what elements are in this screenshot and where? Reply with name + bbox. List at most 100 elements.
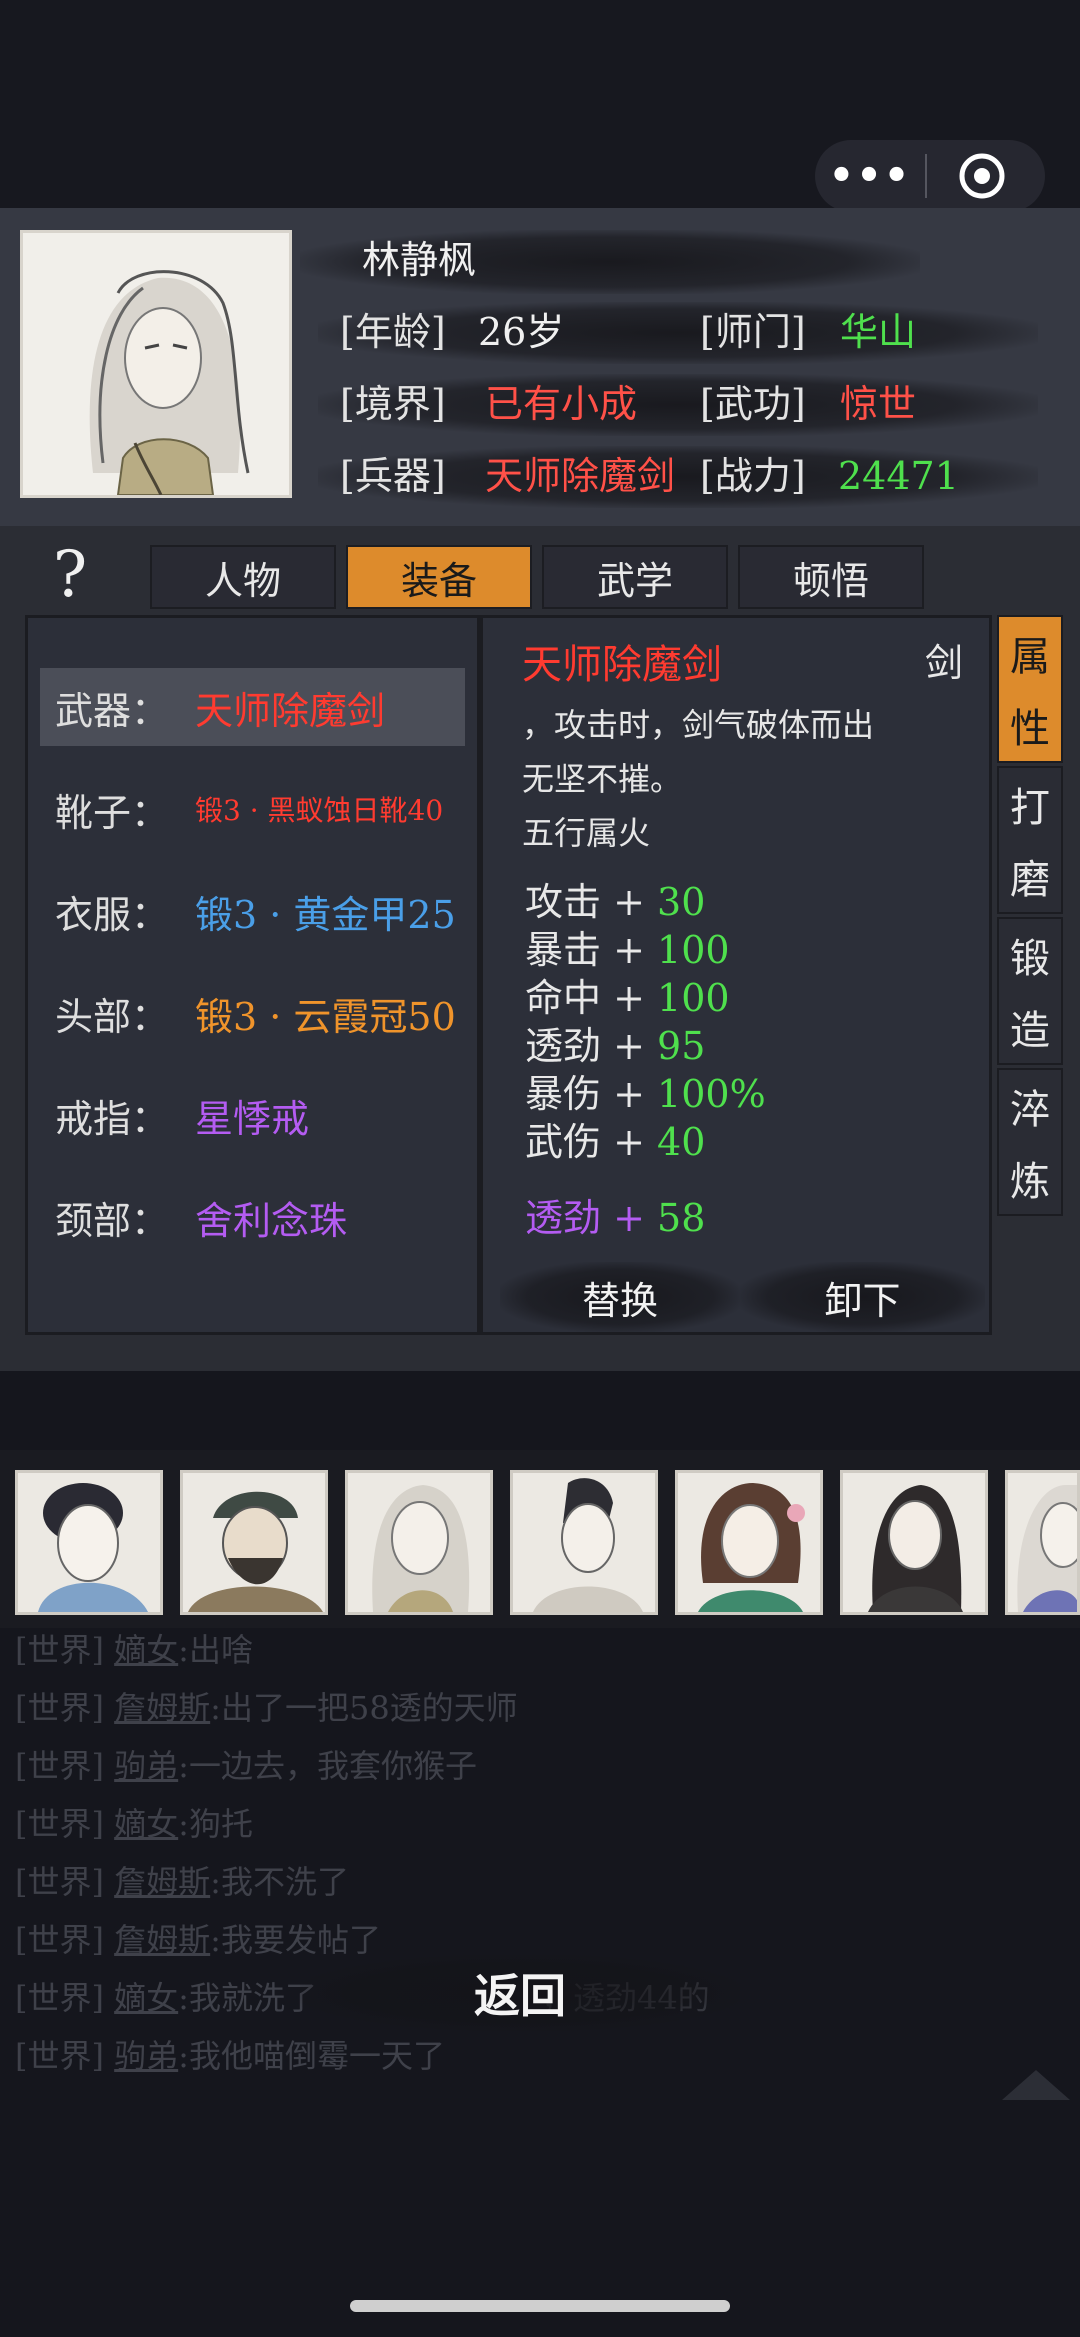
bonus-stat-row: 透劲 + 58	[525, 1194, 705, 1242]
martial-value: 惊世	[840, 382, 917, 426]
more-menu-button[interactable]: •••	[815, 140, 925, 212]
side-tab-char: 磨	[1010, 857, 1050, 903]
roster-avatar[interactable]	[510, 1470, 658, 1615]
slot-item: 锻3 · 云霞冠50	[195, 994, 456, 1039]
stat-row: 攻击 + 30	[525, 878, 705, 926]
stat-row: 透劲 + 95	[525, 1022, 705, 1070]
chat-text: :我不洗了	[210, 1863, 349, 1901]
bonus-plus: +	[613, 1196, 645, 1240]
back-button[interactable]: 返回	[310, 1960, 730, 2026]
stat-row: 命中 + 100	[525, 974, 730, 1022]
slot-label: 武器：	[55, 688, 170, 733]
chat-text: :我要发帖了	[210, 1921, 381, 1959]
equipment-slot-weapon[interactable]: 武器： 天师除魔剑	[40, 668, 465, 746]
bonus-value: 58	[657, 1196, 706, 1240]
stat-plus: +	[613, 1072, 645, 1116]
stat-name: 暴击	[525, 928, 602, 972]
chat-text: :狗托	[178, 1805, 253, 1843]
chat-message: [世界] 嫡女:狗托	[15, 1804, 253, 1844]
roster-avatar[interactable]	[675, 1470, 823, 1615]
stat-value: 100%	[657, 1072, 766, 1116]
roster-avatar[interactable]	[345, 1470, 493, 1615]
stat-name: 命中	[525, 976, 602, 1020]
equipment-slot-neck[interactable]: 颈部： 舍利念珠	[40, 1178, 465, 1256]
bonus-name: 透劲	[525, 1196, 602, 1240]
weapon-label: [兵器]	[340, 454, 446, 498]
age-label: [年龄]	[340, 310, 446, 354]
chat-channel: [世界]	[15, 2037, 104, 2075]
chat-user[interactable]: 嫡女	[114, 1805, 178, 1843]
chat-channel: [世界]	[15, 1689, 104, 1727]
tab-martial-arts[interactable]: 武学	[542, 545, 728, 609]
equipment-slot-boots[interactable]: 靴子： 锻3 · 黑蚁蚀日靴40	[40, 770, 465, 848]
slot-item: 天师除魔剑	[195, 688, 386, 733]
chat-text: :出啥	[178, 1631, 253, 1669]
stat-plus: +	[613, 928, 645, 972]
roster-avatar[interactable]	[180, 1470, 328, 1615]
equipment-slot-head[interactable]: 头部： 锻3 · 云霞冠50	[40, 974, 465, 1052]
chat-message: [世界] 驹弟:我他喵倒霉一天了	[15, 2036, 445, 2076]
tab-equipment[interactable]: 装备	[346, 545, 532, 609]
side-tab-char: 锻	[1010, 936, 1050, 982]
weapon-value: 天师除魔剑	[485, 454, 676, 498]
slot-item: 锻3 · 黄金甲25	[195, 892, 456, 937]
target-icon	[959, 153, 1005, 199]
character-portrait	[20, 230, 292, 498]
side-tab-polish[interactable]: 打 磨	[997, 766, 1063, 914]
roster-avatar[interactable]	[840, 1470, 988, 1615]
chat-message: [世界] 詹姆斯:我要发帖了	[15, 1920, 381, 1960]
roster-avatar[interactable]	[15, 1470, 163, 1615]
chat-message: [世界] 詹姆斯:我不洗了	[15, 1862, 349, 1902]
side-tab-char: 造	[1010, 1008, 1050, 1054]
stat-row: 暴伤 + 100%	[525, 1070, 766, 1118]
chat-user[interactable]: 詹姆斯	[114, 1689, 210, 1727]
chat-user[interactable]: 詹姆斯	[114, 1921, 210, 1959]
item-type: 剑	[925, 641, 964, 685]
chat-message: [世界] 詹姆斯:出了一把58透的天师	[15, 1688, 518, 1728]
sect-value: 华山	[840, 310, 917, 354]
replace-button[interactable]: 替换	[500, 1262, 740, 1332]
chat-channel: [世界]	[15, 1921, 104, 1959]
chat-user[interactable]: 詹姆斯	[114, 1863, 210, 1901]
chat-channel: [世界]	[15, 1863, 104, 1901]
help-button[interactable]: ?	[30, 540, 110, 610]
chat-message: [世界] 嫡女:出啥	[15, 1630, 253, 1670]
chat-user[interactable]: 驹弟	[114, 1747, 178, 1785]
slot-item: 锻3 · 黑蚁蚀日靴40	[195, 794, 444, 827]
stat-name: 暴伤	[525, 1072, 602, 1116]
side-tab-forge[interactable]: 锻 造	[997, 917, 1063, 1065]
equipment-slot-ring[interactable]: 戒指： 星悸戒	[40, 1076, 465, 1154]
scroll-up-icon[interactable]	[1002, 2070, 1070, 2100]
side-tab-char: 打	[1010, 785, 1050, 831]
sect-label: [师门]	[700, 310, 806, 354]
slot-label: 头部：	[55, 994, 170, 1039]
slot-label: 戒指：	[55, 1096, 170, 1141]
unequip-button[interactable]: 卸下	[740, 1262, 985, 1332]
item-desc-line: 无坚不摧。	[522, 760, 683, 798]
character-name: 林静枫	[362, 238, 477, 282]
realm-label: [境界]	[340, 382, 446, 426]
stat-name: 攻击	[525, 880, 602, 924]
tab-character[interactable]: 人物	[150, 545, 336, 609]
stat-value: 40	[657, 1120, 706, 1164]
roster-avatar[interactable]	[1005, 1470, 1080, 1615]
chat-user[interactable]: 嫡女	[114, 1631, 178, 1669]
slot-item: 星悸戒	[195, 1096, 310, 1141]
equipment-slot-armor[interactable]: 衣服： 锻3 · 黄金甲25	[40, 872, 465, 950]
power-value: 24471	[838, 454, 959, 498]
age-value: 26岁	[478, 310, 565, 354]
chat-text: :出了一把58透的天师	[210, 1689, 518, 1727]
stat-value: 100	[657, 928, 730, 972]
chat-channel: [世界]	[15, 1979, 104, 2017]
side-tab-char: 淬	[1010, 1087, 1050, 1133]
close-target-button[interactable]	[927, 151, 1037, 201]
side-tab-temper[interactable]: 淬 炼	[997, 1068, 1063, 1216]
chat-user[interactable]: 嫡女	[114, 1979, 178, 2017]
side-tab-char: 炼	[1010, 1159, 1050, 1205]
stat-value: 30	[657, 880, 706, 924]
side-tab-attributes[interactable]: 属 性	[997, 615, 1063, 763]
tab-enlightenment[interactable]: 顿悟	[738, 545, 924, 609]
chat-user[interactable]: 驹弟	[114, 2037, 178, 2075]
item-desc-line: ，攻击时，剑气破体而出	[522, 706, 875, 744]
item-desc-line: 五行属火	[522, 814, 651, 852]
